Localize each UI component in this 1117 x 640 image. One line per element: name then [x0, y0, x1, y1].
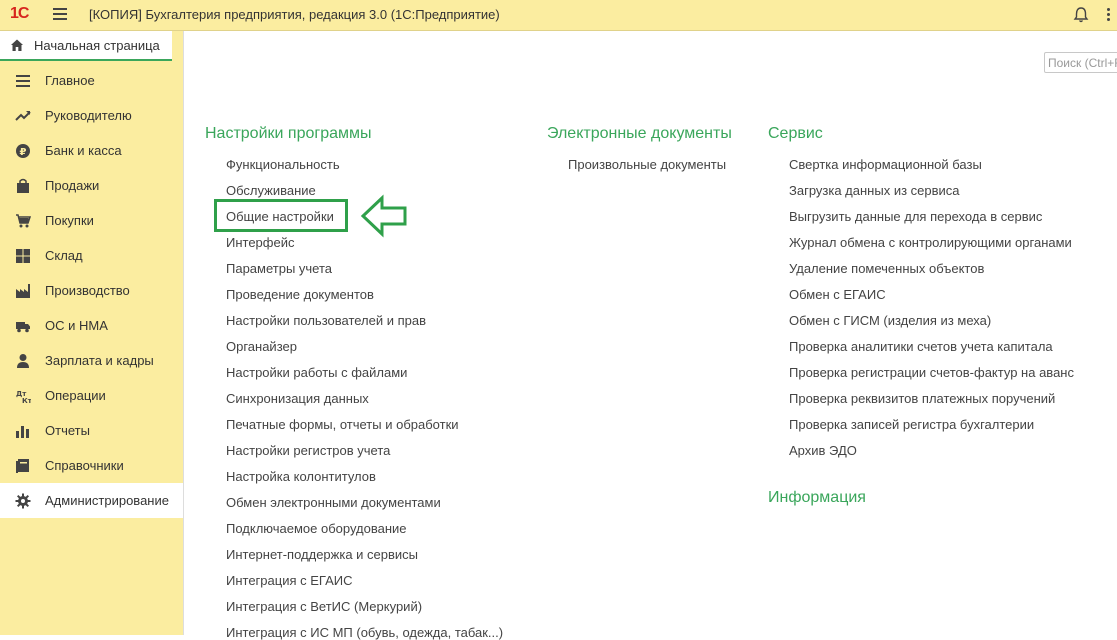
sidebar-item-salary[interactable]: Зарплата и кадры	[0, 343, 183, 378]
home-icon	[11, 39, 23, 51]
list-icon	[16, 74, 30, 87]
sidebar-item-directories[interactable]: Справочники	[0, 448, 183, 483]
sidebar-item-label: Главное	[45, 73, 95, 88]
main-content	[183, 31, 1117, 635]
sidebar-item-reports[interactable]: Отчеты	[0, 413, 183, 448]
link-ismp-integration[interactable]: Интеграция с ИС МП (обувь, одежда, табак…	[226, 625, 503, 640]
link-edo-archive[interactable]: Архив ЭДО	[789, 443, 857, 458]
menu-icon[interactable]	[53, 8, 67, 20]
sidebar-item-label: Покупки	[45, 213, 94, 228]
svg-text:Кт: Кт	[22, 397, 31, 404]
grid-icon	[16, 248, 30, 263]
sidebar-item-production[interactable]: Производство	[0, 273, 183, 308]
sidebar-item-sales[interactable]: Продажи	[0, 168, 183, 203]
sidebar-item-director[interactable]: Руководителю	[0, 98, 183, 133]
link-accounting-parameters[interactable]: Параметры учета	[226, 261, 332, 276]
sidebar-item-fixed-assets[interactable]: ОС и НМА	[0, 308, 183, 343]
section-title-info: Информация	[768, 489, 866, 506]
section-title-service: Сервис	[768, 125, 823, 142]
section-title-settings: Настройки программы	[205, 125, 372, 142]
sidebar-item-label: Склад	[45, 248, 83, 263]
sidebar-item-operations[interactable]: Дт Кт Операции	[0, 378, 183, 413]
link-functionality[interactable]: Функциональность	[226, 157, 340, 172]
link-interface[interactable]: Интерфейс	[226, 235, 294, 250]
window-title: [КОПИЯ] Бухгалтерия предприятия, редакци…	[89, 7, 500, 22]
sidebar-item-administration[interactable]: Администрирование	[0, 483, 183, 518]
sidebar-item-label: Руководителю	[45, 108, 132, 123]
link-document-posting[interactable]: Проведение документов	[226, 287, 374, 302]
section-title-edocs: Электронные документы	[547, 125, 732, 142]
link-maintenance[interactable]: Обслуживание	[226, 183, 316, 198]
arrow-left-icon	[360, 194, 407, 238]
link-load-from-service[interactable]: Загрузка данных из сервиса	[789, 183, 960, 198]
link-arbitrary-documents[interactable]: Произвольные документы	[568, 157, 726, 172]
sidebar-item-warehouse[interactable]: Склад	[0, 238, 183, 273]
ruble-icon: ₽	[16, 143, 30, 158]
search-input[interactable]: Поиск (Ctrl+F)	[1044, 52, 1117, 73]
sidebar-item-label: Администрирование	[45, 493, 169, 508]
link-vetis-integration[interactable]: Интеграция с ВетИС (Меркурий)	[226, 599, 422, 614]
sidebar-item-label: Банк и касса	[45, 143, 122, 158]
link-equipment[interactable]: Подключаемое оборудование	[226, 521, 407, 536]
bar-chart-icon	[16, 425, 29, 438]
link-check-advance-invoices[interactable]: Проверка регистрации счетов-фактур на ав…	[789, 365, 1074, 380]
link-check-capital-accounts[interactable]: Проверка аналитики счетов учета капитала	[789, 339, 1053, 354]
link-data-sync[interactable]: Синхронизация данных	[226, 391, 369, 406]
link-headers-footers[interactable]: Настройка колонтитулов	[226, 469, 376, 484]
link-check-ledger-records[interactable]: Проверка записей регистра бухгалтерии	[789, 417, 1034, 432]
tab-start-page-label: Начальная страница	[34, 37, 160, 53]
link-egais-integration[interactable]: Интеграция с ЕГАИС	[226, 573, 352, 588]
link-egais-exchange[interactable]: Обмен с ЕГАИС	[789, 287, 886, 302]
sidebar-item-label: Справочники	[45, 458, 124, 473]
svg-text:₽: ₽	[20, 147, 27, 158]
sidebar-item-label: Операции	[45, 388, 106, 403]
link-user-settings[interactable]: Настройки пользователей и прав	[226, 313, 426, 328]
person-icon	[17, 353, 29, 368]
more-icon[interactable]	[1103, 6, 1113, 24]
link-db-rollup[interactable]: Свертка информационной базы	[789, 157, 982, 172]
sidebar-item-label: Зарплата и кадры	[45, 353, 154, 368]
sidebar-item-label: Производство	[45, 283, 130, 298]
link-edoc-exchange[interactable]: Обмен электронными документами	[226, 495, 441, 510]
title-bar: 1С [КОПИЯ] Бухгалтерия предприятия, реда…	[0, 0, 1117, 31]
link-register-settings[interactable]: Настройки регистров учета	[226, 443, 390, 458]
link-file-settings[interactable]: Настройки работы с файлами	[226, 365, 407, 380]
link-export-to-service[interactable]: Выгрузить данные для перехода в сервис	[789, 209, 1042, 224]
factory-icon	[16, 283, 30, 298]
trend-icon	[15, 110, 31, 121]
link-regulatory-log[interactable]: Журнал обмена с контролирующими органами	[789, 235, 1072, 250]
link-gism-exchange[interactable]: Обмен с ГИСМ (изделия из меха)	[789, 313, 991, 328]
sidebar-item-label: Продажи	[45, 178, 100, 193]
link-print-forms[interactable]: Печатные формы, отчеты и обработки	[226, 417, 459, 432]
highlight-box	[214, 199, 348, 232]
link-check-payment-orders[interactable]: Проверка реквизитов платежных поручений	[789, 391, 1055, 406]
bell-icon[interactable]	[1072, 6, 1090, 24]
dt-kt-icon: ДтКт	[16, 390, 31, 404]
sidebar: Главное Руководителю ₽ Банк и касса Прод…	[0, 61, 183, 635]
sidebar-item-label: ОС и НМА	[45, 318, 108, 333]
bag-icon	[17, 178, 29, 193]
truck-icon	[16, 321, 30, 332]
app-logo[interactable]: 1С	[10, 5, 29, 23]
sidebar-item-label: Отчеты	[45, 423, 90, 438]
link-delete-marked[interactable]: Удаление помеченных объектов	[789, 261, 984, 276]
sidebar-item-main[interactable]: Главное	[0, 63, 183, 98]
sidebar-item-purchases[interactable]: Покупки	[0, 203, 183, 238]
gear-icon	[15, 493, 31, 508]
book-icon	[16, 458, 29, 473]
link-internet-support[interactable]: Интернет-поддержка и сервисы	[226, 547, 418, 562]
tab-start-page[interactable]: Начальная страница	[0, 31, 172, 61]
cart-icon	[16, 213, 31, 227]
sidebar-item-bank[interactable]: ₽ Банк и касса	[0, 133, 183, 168]
link-organizer[interactable]: Органайзер	[226, 339, 297, 354]
